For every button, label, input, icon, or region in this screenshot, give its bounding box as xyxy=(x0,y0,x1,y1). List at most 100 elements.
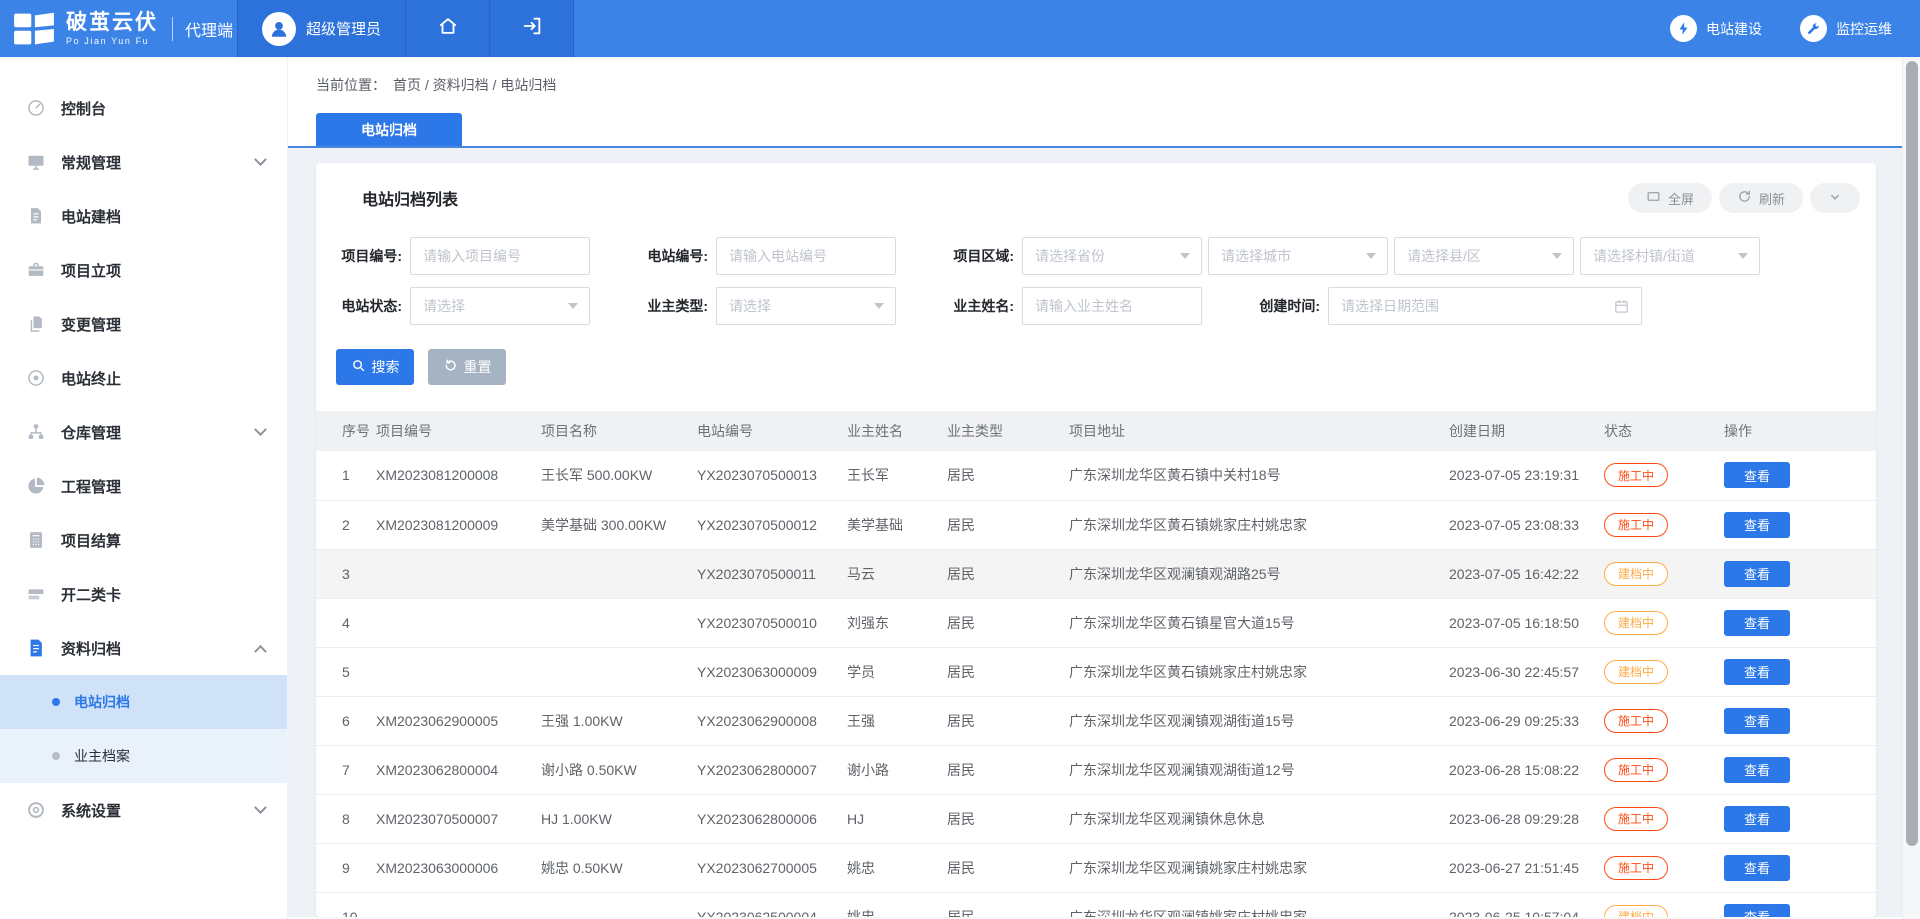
table-cell: 广东深圳龙华区观澜镇观湖街道12号 xyxy=(1069,745,1449,794)
owner-type-label: 业主类型: xyxy=(638,296,708,316)
caret-down-icon xyxy=(568,303,578,309)
table-cell: 8 xyxy=(316,794,376,843)
sidebar-item-工程管理[interactable]: 工程管理 xyxy=(0,459,287,513)
region-select-3[interactable]: 请选择村镇/街道 xyxy=(1580,237,1760,275)
view-button[interactable]: 查看 xyxy=(1724,512,1790,538)
table-cell: 建档中 xyxy=(1604,598,1724,647)
create-time-range-input[interactable]: 请选择日期范围 xyxy=(1328,287,1642,325)
sidebar-item-控制台[interactable]: 控制台 xyxy=(0,81,287,135)
owner-name-input[interactable] xyxy=(1022,287,1202,325)
station-no-input[interactable] xyxy=(716,237,896,275)
table-row: 7XM2023062800004谢小路 0.50KWYX202306280000… xyxy=(316,745,1876,794)
view-button[interactable]: 查看 xyxy=(1724,462,1790,488)
sidebar-subitem-业主档案[interactable]: 业主档案 xyxy=(0,729,287,783)
scrollbar-thumb[interactable] xyxy=(1906,61,1918,846)
card-icon xyxy=(26,584,46,604)
table-cell xyxy=(376,598,541,647)
reset-button[interactable]: 重置 xyxy=(428,349,506,385)
table-cell: YX2023062500004 xyxy=(697,892,847,917)
table-row: 10YX2023062500004姚忠居民广东深圳龙华区观澜镇姚家庄村姚忠家20… xyxy=(316,892,1876,917)
sidebar-item-label: 电站终止 xyxy=(61,368,121,389)
table-cell: YX2023062800006 xyxy=(697,794,847,843)
table-cell: 居民 xyxy=(947,598,1069,647)
breadcrumb-item-首页[interactable]: 首页 xyxy=(393,77,421,93)
table-cell: 7 xyxy=(316,745,376,794)
sidebar-item-label: 变更管理 xyxy=(61,314,121,335)
refresh-button[interactable]: 刷新 xyxy=(1719,183,1803,213)
table-cell: YX2023062900008 xyxy=(697,696,847,745)
table-cell: 查看 xyxy=(1724,794,1876,843)
archive-icon xyxy=(26,638,46,658)
view-button[interactable]: 查看 xyxy=(1724,561,1790,587)
view-button[interactable]: 查看 xyxy=(1724,610,1790,636)
table-cell: 广东深圳龙华区观澜镇观湖街道15号 xyxy=(1069,696,1449,745)
tab-station-archive[interactable]: 电站归档 xyxy=(316,113,462,146)
sidebar-item-开二类卡[interactable]: 开二类卡 xyxy=(0,567,287,621)
table-cell: 王强 xyxy=(847,696,947,745)
logout-icon xyxy=(521,15,543,42)
project-no-input[interactable] xyxy=(410,237,590,275)
sidebar-item-仓库管理[interactable]: 仓库管理 xyxy=(0,405,287,459)
calculator-icon xyxy=(26,530,46,550)
view-button[interactable]: 查看 xyxy=(1724,904,1790,918)
station-no-label: 电站编号: xyxy=(638,246,708,266)
sidebar-item-电站终止[interactable]: 电站终止 xyxy=(0,351,287,405)
collapse-button[interactable] xyxy=(1810,183,1860,213)
view-button[interactable]: 查看 xyxy=(1724,855,1790,881)
nav-station-build[interactable]: 电站建设 xyxy=(1670,15,1762,42)
view-button[interactable]: 查看 xyxy=(1724,757,1790,783)
table-cell: 广东深圳龙华区黄石镇姚家庄村姚忠家 xyxy=(1069,647,1449,696)
breadcrumb-item-电站归档[interactable]: 电站归档 xyxy=(500,77,556,93)
user-menu[interactable]: 超级管理员 xyxy=(237,0,406,57)
topbar-right-nav: 电站建设 监控运维 xyxy=(1670,0,1920,57)
sidebar-item-label: 工程管理 xyxy=(61,476,121,497)
region-select-1[interactable]: 请选择城市 xyxy=(1208,237,1388,275)
search-button[interactable]: 搜索 xyxy=(336,349,414,385)
nav-monitor-ops[interactable]: 监控运维 xyxy=(1800,15,1892,42)
table-row: 5YX2023063000009学员居民广东深圳龙华区黄石镇姚家庄村姚忠家202… xyxy=(316,647,1876,696)
table-cell: 2023-06-30 22:45:57 xyxy=(1449,647,1604,696)
region-select-2[interactable]: 请选择县/区 xyxy=(1394,237,1574,275)
table-cell: 施工中 xyxy=(1604,843,1724,892)
fullscreen-icon xyxy=(1646,189,1661,207)
owner-type-select[interactable]: 请选择 xyxy=(716,287,896,325)
filter-form: 项目编号: 电站编号: 项目区域: 请选择省份请选择城市请选择县/区请选择村镇/… xyxy=(316,213,1876,325)
table-row: 6XM2023062900005王强 1.00KWYX2023062900008… xyxy=(316,696,1876,745)
table-cell: 施工中 xyxy=(1604,794,1724,843)
table-cell: 4 xyxy=(316,598,376,647)
table-cell: 广东深圳龙华区观澜镇姚家庄村姚忠家 xyxy=(1069,892,1449,917)
table-cell: 2023-06-25 10:57:04 xyxy=(1449,892,1604,917)
view-button[interactable]: 查看 xyxy=(1724,806,1790,832)
sidebar-item-电站建档[interactable]: 电站建档 xyxy=(0,189,287,243)
sidebar-item-label: 电站建档 xyxy=(61,206,121,227)
breadcrumb-separator: / xyxy=(421,77,433,93)
fullscreen-button[interactable]: 全屏 xyxy=(1628,183,1712,213)
logo[interactable]: 破茧云伏 Po Jian Yun Fu 代理端 xyxy=(0,0,237,57)
station-status-select[interactable]: 请选择 xyxy=(410,287,590,325)
table-cell: 查看 xyxy=(1724,696,1876,745)
sidebar-item-项目结算[interactable]: 项目结算 xyxy=(0,513,287,567)
table-cell: 美学基础 xyxy=(847,500,947,549)
table-cell: YX2023070500012 xyxy=(697,500,847,549)
logout-button[interactable] xyxy=(490,0,574,57)
station-archive-table: 序号项目编号项目名称电站编号业主姓名业主类型项目地址创建日期状态操作 1XM20… xyxy=(316,411,1876,917)
sidebar-subitem-电站归档[interactable]: 电站归档 xyxy=(0,675,287,729)
sidebar-item-变更管理[interactable]: 变更管理 xyxy=(0,297,287,351)
sidebar-item-常规管理[interactable]: 常规管理 xyxy=(0,135,287,189)
table-cell: 查看 xyxy=(1724,500,1876,549)
portal-label: 代理端 xyxy=(185,17,233,41)
column-header-创建日期: 创建日期 xyxy=(1449,411,1604,451)
sidebar-item-系统设置[interactable]: 系统设置 xyxy=(0,783,287,837)
sidebar-item-项目立项[interactable]: 项目立项 xyxy=(0,243,287,297)
chevron-up-icon xyxy=(254,644,267,657)
region-select-0[interactable]: 请选择省份 xyxy=(1022,237,1202,275)
status-badge: 建档中 xyxy=(1604,611,1668,635)
sidebar: 控制台常规管理电站建档项目立项变更管理电站终止仓库管理工程管理项目结算开二类卡资… xyxy=(0,57,288,919)
view-button[interactable]: 查看 xyxy=(1724,659,1790,685)
view-button[interactable]: 查看 xyxy=(1724,708,1790,734)
caret-down-icon xyxy=(1738,253,1748,259)
table-cell: 广东深圳龙华区观澜镇姚家庄村姚忠家 xyxy=(1069,843,1449,892)
home-button[interactable] xyxy=(406,0,490,57)
breadcrumb-item-资料归档[interactable]: 资料归档 xyxy=(433,77,489,93)
sidebar-item-资料归档[interactable]: 资料归档 xyxy=(0,621,287,675)
